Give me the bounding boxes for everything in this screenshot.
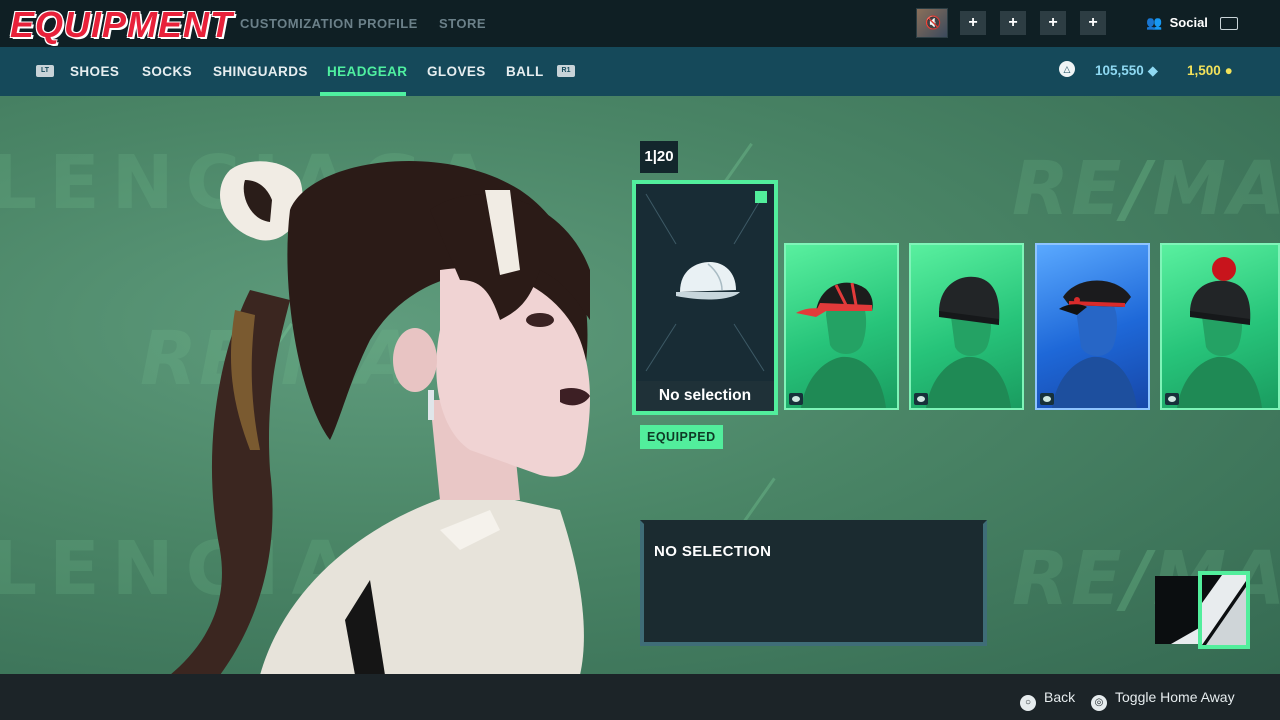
kit-pattern-icon <box>1155 576 1199 644</box>
rarity-icon <box>1165 393 1179 405</box>
kit-swatch-away[interactable] <box>1198 571 1250 649</box>
social-button[interactable]: 👥 Social <box>1146 15 1238 31</box>
mannequin-red-cap <box>796 282 886 408</box>
item-counter: 1|20 <box>640 141 678 173</box>
category-ball[interactable]: BALL <box>506 64 544 79</box>
item-card-black-beanie[interactable] <box>909 243 1024 410</box>
add-party-slot-button[interactable]: + <box>1000 11 1026 35</box>
back-label: Back <box>1044 689 1076 705</box>
top-bar: EQUIPMENT CUSTOMIZATION PROFILE STORE 🔇 … <box>0 0 1280 47</box>
people-icon: 👥 <box>1146 15 1163 30</box>
add-party-slot-button[interactable]: + <box>1040 11 1066 35</box>
rarity-icon <box>1040 393 1054 405</box>
card-decoration <box>645 193 765 372</box>
r1-button-icon[interactable]: R1 <box>557 65 575 77</box>
triangle-button-icon[interactable]: △ <box>1059 61 1075 77</box>
coin-icon: ● <box>1224 63 1233 78</box>
stick-button-icon: ◎ <box>1091 695 1107 711</box>
party-avatar[interactable]: 🔇 <box>916 8 948 38</box>
category-gloves[interactable]: GLOVES <box>427 64 486 79</box>
coin-amount: 1,500 <box>1187 63 1221 78</box>
rarity-icon <box>914 393 928 405</box>
add-party-slot-button[interactable]: + <box>960 11 986 35</box>
item-card-red-cap[interactable] <box>784 243 899 410</box>
mute-icon: 🔇 <box>925 15 942 30</box>
gem-icon: ◆ <box>1147 63 1158 78</box>
tab-store[interactable]: STORE <box>439 16 486 31</box>
item-card-peaked-cap[interactable] <box>1035 243 1150 410</box>
mannequin-bobble-beanie <box>1177 257 1262 408</box>
item-card-label: No selection <box>636 381 774 411</box>
social-label: Social <box>1169 15 1208 30</box>
character-model[interactable] <box>140 150 620 675</box>
mannequin-peaked-cap <box>1052 280 1137 408</box>
add-party-slot-button[interactable]: + <box>1080 11 1106 35</box>
category-shoes[interactable]: SHOES <box>70 64 119 79</box>
mannequin-black-beanie <box>926 276 1011 408</box>
rarity-icon <box>789 393 803 405</box>
footer-bar: ○ Back ◎ Toggle Home Away <box>0 674 1280 720</box>
gem-balance: 105,550 ◆ <box>1095 63 1158 79</box>
item-details-panel: NO SELECTION <box>640 520 987 646</box>
toggle-home-away-label: Toggle Home Away <box>1115 689 1235 705</box>
category-bar: LT SHOES SOCKS SHINGUARDS HEADGEAR GLOVE… <box>0 47 1280 96</box>
toggle-home-away-hint[interactable]: ◎ Toggle Home Away <box>1091 689 1235 711</box>
coin-balance: 1,500 ● <box>1187 63 1233 78</box>
keyboard-icon <box>1219 17 1238 31</box>
active-category-indicator <box>320 92 406 96</box>
background-brand: RE/MA <box>1012 146 1280 232</box>
equipped-badge: EQUIPPED <box>640 425 723 449</box>
page-title: EQUIPMENT <box>10 4 234 45</box>
circle-button-icon: ○ <box>1020 695 1036 711</box>
gem-amount: 105,550 <box>1095 63 1144 78</box>
item-details-title: NO SELECTION <box>654 543 772 560</box>
category-shinguards[interactable]: SHINGUARDS <box>213 64 308 79</box>
back-hint[interactable]: ○ Back <box>1020 689 1075 711</box>
tab-customization[interactable]: CUSTOMIZATION <box>240 16 354 31</box>
selected-corner-icon <box>755 191 767 203</box>
kit-pattern-icon <box>1202 575 1246 645</box>
category-headgear[interactable]: HEADGEAR <box>327 64 407 79</box>
kit-swatch-home[interactable] <box>1155 576 1199 644</box>
lt-button-icon[interactable]: LT <box>36 65 54 77</box>
tab-profile[interactable]: PROFILE <box>358 16 418 31</box>
item-card-bobble-beanie[interactable] <box>1160 243 1280 410</box>
category-socks[interactable]: SOCKS <box>142 64 192 79</box>
item-card-no-selection[interactable]: No selection <box>632 180 778 415</box>
